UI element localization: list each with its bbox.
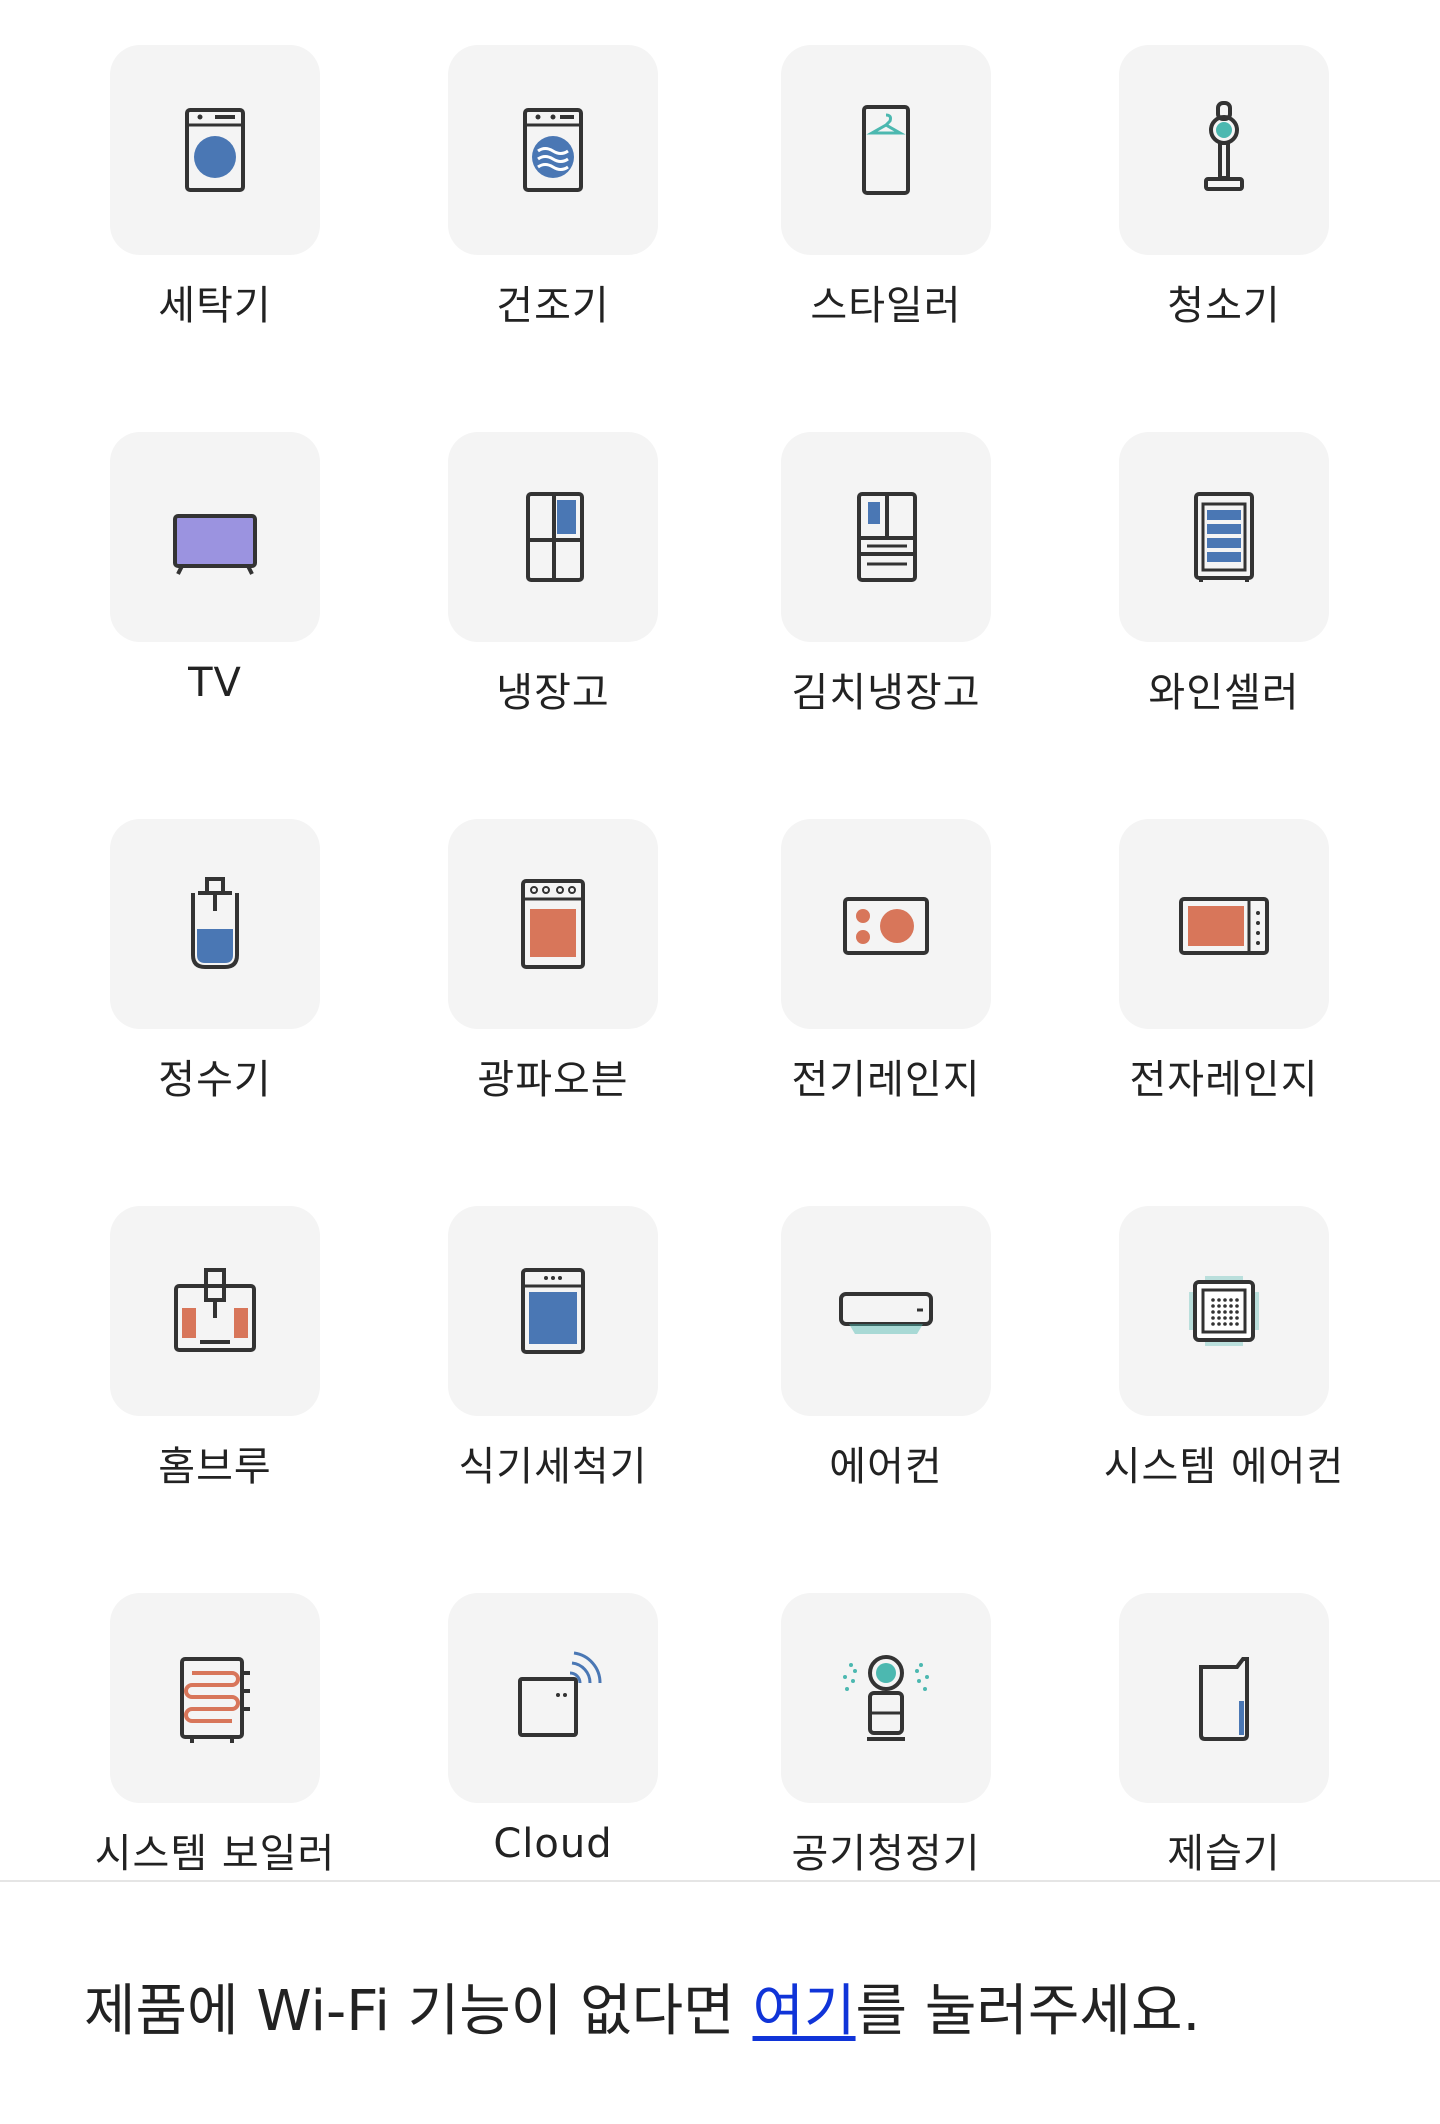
device-tile (1119, 45, 1329, 255)
device-label: 세탁기 (158, 283, 272, 329)
device-tile (1119, 1593, 1329, 1803)
kimchi-refrigerator-icon (857, 492, 917, 582)
device-tile (1119, 819, 1329, 1029)
system-air-conditioner-icon (1189, 1276, 1259, 1346)
device-kimchi-refrigerator[interactable]: 김치냉장고 (736, 432, 1036, 762)
device-label: 에어컨 (829, 1444, 943, 1490)
refrigerator-icon (526, 492, 584, 582)
device-air-conditioner[interactable]: 에어컨 (736, 1206, 1036, 1536)
device-tile (781, 819, 991, 1029)
styler-icon (862, 105, 910, 195)
device-system-air-conditioner[interactable]: 시스템 에어컨 (1074, 1206, 1374, 1536)
device-tile (781, 1593, 991, 1803)
device-tile (110, 432, 320, 642)
device-label: 시스템 보일러 (94, 1831, 336, 1877)
device-air-purifier[interactable]: 공기청정기 (736, 1593, 1036, 1880)
device-oven[interactable]: 광파오븐 (403, 819, 703, 1149)
vacuum-icon (1204, 101, 1244, 191)
device-tile (448, 1593, 658, 1803)
device-label: 스타일러 (810, 283, 962, 329)
device-tile (781, 45, 991, 255)
device-tile (781, 432, 991, 642)
device-label: 청소기 (1167, 283, 1281, 329)
microwave-icon (1179, 897, 1269, 955)
device-label: 냉장고 (496, 670, 610, 716)
device-electric-range[interactable]: 전기레인지 (736, 819, 1036, 1149)
electric-range-icon (843, 897, 929, 955)
system-boiler-icon (180, 1657, 250, 1743)
device-label: 시스템 에어컨 (1103, 1444, 1345, 1490)
homebrew-icon (174, 1268, 256, 1352)
dehumidifier-icon (1199, 1657, 1249, 1741)
device-grid: 세탁기 건조기 스타일러 청소기 TV 냉장고 김치냉장고 와인셀러 정수기 광… (0, 0, 1440, 1880)
device-washer[interactable]: 세탁기 (65, 45, 365, 375)
device-refrigerator[interactable]: 냉장고 (403, 432, 703, 762)
dryer-icon (523, 108, 583, 192)
cloud-device-icon (518, 1651, 602, 1737)
device-tile (781, 1206, 991, 1416)
device-vacuum[interactable]: 청소기 (1074, 45, 1374, 375)
device-tile (448, 432, 658, 642)
divider (0, 1880, 1440, 1882)
device-system-boiler[interactable]: 시스템 보일러 (65, 1593, 365, 1880)
device-tile (110, 819, 320, 1029)
device-label: 전자레인지 (1129, 1057, 1319, 1103)
air-purifier-icon (843, 1655, 929, 1741)
device-label: Cloud (493, 1821, 613, 1867)
device-label: 전기레인지 (791, 1057, 981, 1103)
device-tile (1119, 1206, 1329, 1416)
device-label: 와인셀러 (1148, 670, 1300, 716)
device-label: 홈브루 (158, 1444, 272, 1490)
washer-icon (185, 108, 245, 192)
device-label: 제습기 (1167, 1831, 1281, 1877)
no-wifi-link[interactable]: 여기 (753, 1979, 856, 2044)
dishwasher-icon (521, 1268, 585, 1354)
device-label: 공기청정기 (791, 1831, 981, 1877)
device-tile (448, 1206, 658, 1416)
device-label: 김치냉장고 (791, 670, 981, 716)
water-purifier-icon (191, 877, 239, 969)
no-wifi-notice-suffix: 를 눌러주세요. (855, 1979, 1201, 2044)
device-label: TV (188, 660, 242, 706)
device-tv[interactable]: TV (65, 432, 365, 762)
air-conditioner-icon (839, 1292, 933, 1334)
device-dishwasher[interactable]: 식기세척기 (403, 1206, 703, 1536)
device-tile (448, 45, 658, 255)
device-tile (110, 1206, 320, 1416)
tv-icon (173, 514, 257, 575)
device-label: 광파오븐 (477, 1057, 629, 1103)
device-label: 정수기 (158, 1057, 272, 1103)
device-label: 식기세척기 (458, 1444, 648, 1490)
device-cloud[interactable]: Cloud (403, 1593, 703, 1880)
device-tile (110, 45, 320, 255)
device-microwave[interactable]: 전자레인지 (1074, 819, 1374, 1149)
device-dehumidifier[interactable]: 제습기 (1074, 1593, 1374, 1880)
device-homebrew[interactable]: 홈브루 (65, 1206, 365, 1536)
wine-cellar-icon (1194, 492, 1254, 582)
no-wifi-notice-prefix: 제품에 Wi-Fi 기능이 없다면 (84, 1979, 753, 2044)
device-label: 건조기 (496, 283, 610, 329)
device-tile (448, 819, 658, 1029)
no-wifi-notice: 제품에 Wi-Fi 기능이 없다면 여기를 눌러주세요. (84, 1966, 1200, 2047)
device-tile (1119, 432, 1329, 642)
device-styler[interactable]: 스타일러 (736, 45, 1036, 375)
device-wine-cellar[interactable]: 와인셀러 (1074, 432, 1374, 762)
device-tile (110, 1593, 320, 1803)
device-dryer[interactable]: 건조기 (403, 45, 703, 375)
device-water-purifier[interactable]: 정수기 (65, 819, 365, 1149)
oven-icon (521, 879, 585, 969)
